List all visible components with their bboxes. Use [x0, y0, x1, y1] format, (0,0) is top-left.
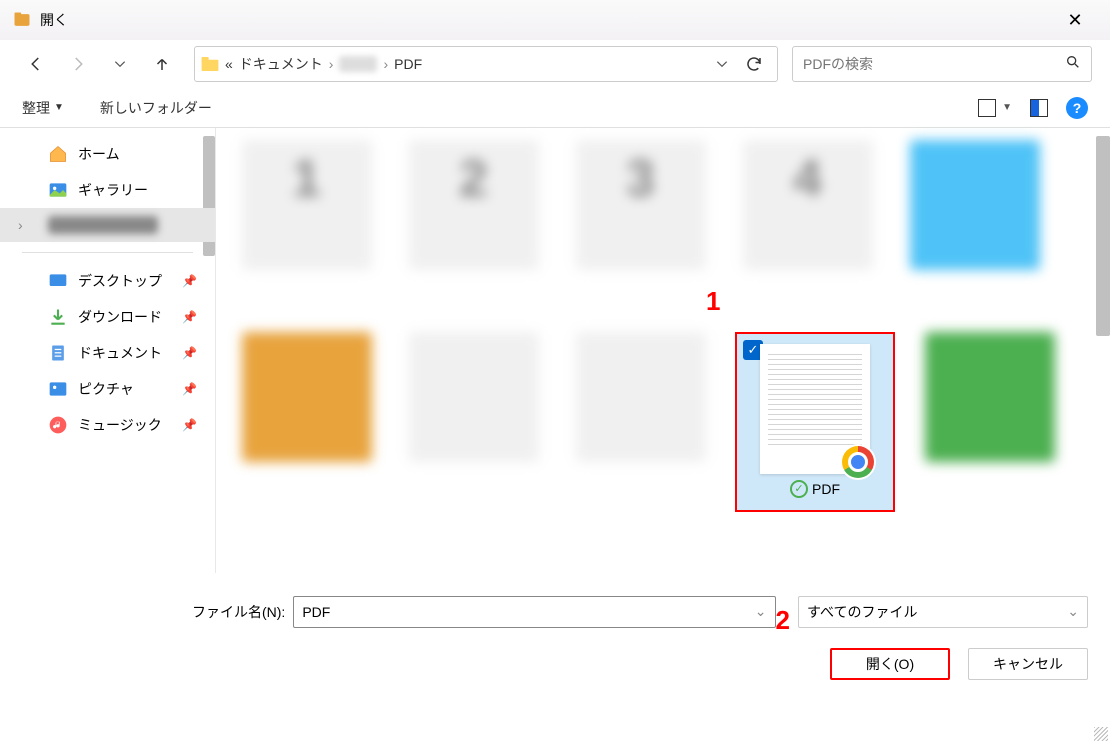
file-item[interactable]: [401, 332, 546, 502]
doc-thumbnail: [760, 344, 870, 474]
annotation-2: 2: [776, 605, 790, 636]
preview-pane-button[interactable]: [1030, 99, 1048, 117]
back-button[interactable]: [18, 46, 54, 82]
breadcrumb[interactable]: « ドキュメント › › PDF: [194, 46, 778, 82]
file-item-selected[interactable]: ✓ PDF: [735, 332, 895, 512]
file-grid: 1 ✓ PDF: [215, 128, 1110, 573]
download-icon: [48, 307, 68, 327]
filename-label: ファイル名(N):: [192, 602, 285, 622]
sync-icon: [790, 480, 808, 498]
filename-row: ファイル名(N): PDF⌄ 2 すべてのファイル⌄: [0, 573, 1110, 644]
up-button[interactable]: [144, 46, 180, 82]
desktop-icon: [48, 271, 68, 291]
pin-icon: 📌: [182, 310, 197, 324]
file-item[interactable]: [902, 140, 1047, 310]
main-area: ホーム ギャラリー デスクトップ📌 ダウンロード📌 ドキュメント📌 ピクチャ📌 …: [0, 128, 1110, 573]
folder-icon: [201, 57, 219, 71]
forward-button[interactable]: [60, 46, 96, 82]
file-item[interactable]: [568, 332, 713, 502]
file-item[interactable]: [401, 140, 546, 310]
refresh-icon[interactable]: [745, 55, 763, 73]
filetype-select[interactable]: すべてのファイル⌄: [798, 596, 1088, 628]
view-mode-button[interactable]: ▼: [978, 99, 1012, 117]
pin-icon: 📌: [182, 382, 197, 396]
breadcrumb-path: « ドキュメント › › PDF: [225, 54, 422, 74]
button-row: 開く(O) キャンセル: [0, 644, 1110, 694]
close-button[interactable]: ✕: [1052, 4, 1098, 36]
pin-icon: 📌: [182, 418, 197, 432]
sidebar-item-desktop[interactable]: デスクトップ📌: [0, 263, 215, 299]
pin-icon: 📌: [182, 274, 197, 288]
music-icon: [48, 415, 68, 435]
sidebar: ホーム ギャラリー デスクトップ📌 ダウンロード📌 ドキュメント📌 ピクチャ📌 …: [0, 128, 215, 573]
gallery-icon: [48, 180, 68, 200]
document-icon: [48, 343, 68, 363]
sidebar-item-home[interactable]: ホーム: [0, 136, 215, 172]
file-item[interactable]: [917, 332, 1062, 502]
sidebar-item-pictures[interactable]: ピクチャ📌: [0, 371, 215, 407]
sidebar-item-cloud[interactable]: [0, 208, 215, 242]
sidebar-item-music[interactable]: ミュージック📌: [0, 407, 215, 443]
cancel-button[interactable]: キャンセル: [968, 648, 1088, 680]
titlebar: 開く ✕: [0, 0, 1110, 40]
search-input[interactable]: [792, 46, 1092, 82]
new-folder-button[interactable]: 新しいフォルダー: [100, 98, 212, 118]
file-label: PDF: [790, 480, 840, 498]
file-item[interactable]: [568, 140, 713, 310]
sidebar-item-documents[interactable]: ドキュメント📌: [0, 335, 215, 371]
chrome-icon: [840, 444, 876, 480]
window-title: 開く: [40, 10, 1052, 30]
file-item[interactable]: [234, 332, 379, 502]
content-scrollbar[interactable]: [1096, 136, 1110, 336]
nav-row: « ドキュメント › › PDF: [0, 40, 1110, 88]
file-item[interactable]: [234, 140, 379, 310]
app-icon: [12, 10, 32, 30]
home-icon: [48, 144, 68, 164]
open-button[interactable]: 開く(O): [830, 648, 950, 680]
chevron-down-icon[interactable]: [715, 57, 729, 71]
filename-input[interactable]: PDF⌄: [293, 596, 775, 628]
help-icon[interactable]: ?: [1066, 97, 1088, 119]
toolbar: 整理 ▼ 新しいフォルダー ▼ ?: [0, 88, 1110, 128]
annotation-1: 1: [706, 286, 720, 317]
sidebar-item-gallery[interactable]: ギャラリー: [0, 172, 215, 208]
pin-icon: 📌: [182, 346, 197, 360]
sidebar-item-downloads[interactable]: ダウンロード📌: [0, 299, 215, 335]
resize-grip[interactable]: [1094, 727, 1108, 741]
search-icon: [1065, 54, 1081, 75]
organize-menu[interactable]: 整理 ▼: [22, 98, 64, 118]
recent-dropdown[interactable]: [102, 46, 138, 82]
pictures-icon: [48, 379, 68, 399]
file-item[interactable]: [735, 140, 880, 310]
